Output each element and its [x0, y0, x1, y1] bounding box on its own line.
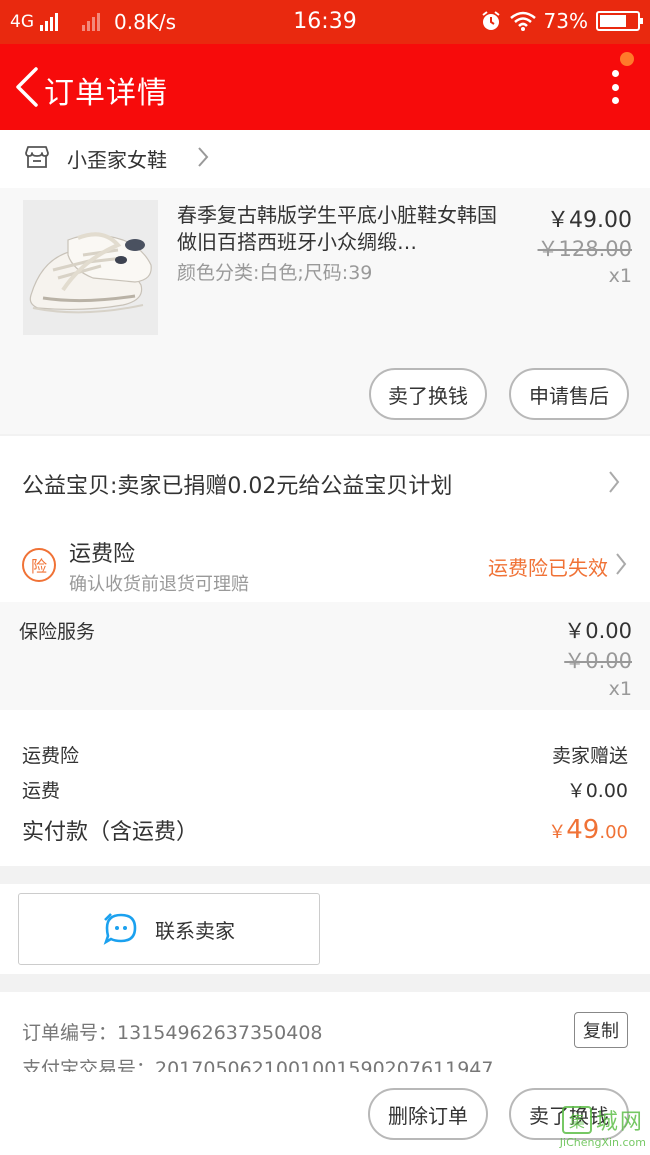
sneaker-image: [23, 200, 158, 335]
alipay-transaction-number: 支付宝交易号：2017050621001001590207611947: [22, 1058, 494, 1072]
chevron-right-icon: [609, 471, 620, 493]
watermark-badge: 集: [561, 1106, 592, 1134]
charity-text: 公益宝贝:卖家已捐赠0.02元给公益宝贝计划: [22, 474, 453, 499]
copy-button[interactable]: 复制: [574, 1012, 628, 1048]
service-label: 保险服务: [19, 621, 96, 643]
product-image[interactable]: [23, 200, 158, 335]
order-number: 订单编号：13154962637350408: [22, 1022, 323, 1044]
product-quantity: x1: [608, 265, 632, 287]
shop-name: 小歪家女鞋: [67, 148, 167, 172]
delete-order-button[interactable]: 删除订单: [368, 1088, 488, 1140]
contact-seller-label: 联系卖家: [155, 918, 235, 943]
insurance-title: 运费险: [69, 542, 136, 567]
bottom-action-bar: 删除订单 卖了换钱 集城网 JiChengXin.com: [0, 1072, 650, 1155]
service-price: ￥0.00: [564, 619, 632, 643]
wifi-icon: [509, 11, 536, 31]
order-totals: 运费险 卖家赠送 运费 ￥0.00 实付款（含运费） ￥49.00: [0, 710, 650, 866]
order-info: 订单编号：13154962637350408 复制 支付宝交易号：2017050…: [0, 992, 650, 1072]
battery-percent: 73%: [543, 9, 588, 33]
watermark-url: JiChengXin.com: [559, 1136, 646, 1149]
store-icon: [25, 146, 49, 168]
insurance-badge-icon: 险: [22, 548, 56, 582]
alarm-icon: [481, 11, 500, 30]
product-original-price: ￥128.00: [537, 237, 632, 261]
nav-bar: 订单详情: [0, 44, 650, 130]
page-title: 订单详情: [44, 76, 168, 111]
chevron-right-icon: [616, 553, 627, 575]
paid-label: 实付款（含运费）: [22, 820, 199, 845]
insurance-status: 运费险已失效: [488, 556, 608, 580]
insurance-subtitle: 确认收货前退货可理赔: [69, 574, 249, 595]
contact-seller-button[interactable]: 联系卖家: [18, 893, 320, 965]
after-sale-button[interactable]: 申请售后: [509, 368, 629, 420]
order-item: 春季复古韩版学生平底小脏鞋女韩国做旧百搭西班牙小众绸缎… 颜色分类:白色;尺码:…: [0, 188, 650, 434]
chat-bubble-icon: [103, 913, 137, 945]
contact-section: 联系卖家: [0, 884, 650, 974]
site-watermark: 集城网 JiChengXin.com: [560, 1104, 646, 1149]
notification-dot: [620, 52, 634, 66]
charity-row[interactable]: 公益宝贝:卖家已捐赠0.02元给公益宝贝计划: [0, 436, 650, 528]
status-right: 73%: [480, 9, 643, 33]
battery-icon: [596, 11, 643, 31]
product-title[interactable]: 春季复古韩版学生平底小脏鞋女韩国做旧百搭西班牙小众绸缎…: [177, 202, 502, 256]
product-spec: 颜色分类:白色;尺码:39: [177, 262, 373, 284]
shipping-label: 运费: [22, 780, 61, 802]
service-original-price: ￥0.00: [564, 649, 632, 673]
product-price: ￥49.00: [547, 208, 632, 233]
freight-insurance-label: 运费险: [22, 745, 80, 767]
freight-insurance-row[interactable]: 险 运费险 确认收货前退货可理赔 运费险已失效: [0, 528, 650, 602]
paid-currency: ￥: [548, 822, 567, 843]
paid-amount: ￥49.00: [548, 815, 628, 845]
shipping-value: ￥0.00: [566, 780, 628, 802]
battery-level: [600, 15, 626, 27]
chevron-right-icon: [198, 147, 209, 167]
resell-button[interactable]: 卖了换钱: [369, 368, 487, 420]
watermark-text: 城网: [595, 1110, 644, 1135]
paid-decimal: .00: [599, 822, 628, 843]
freight-insurance-value: 卖家赠送: [551, 745, 628, 767]
more-menu-icon[interactable]: [610, 70, 620, 104]
insurance-service-item: 保险服务 ￥0.00 ￥0.00 x1: [0, 602, 650, 710]
back-arrow-icon[interactable]: [10, 66, 44, 108]
status-bar: 4G 0.8K/s 16:39 73%: [0, 0, 650, 44]
shop-row[interactable]: 小歪家女鞋: [0, 130, 650, 188]
paid-integer: 49: [566, 815, 600, 845]
service-quantity: x1: [608, 678, 632, 700]
